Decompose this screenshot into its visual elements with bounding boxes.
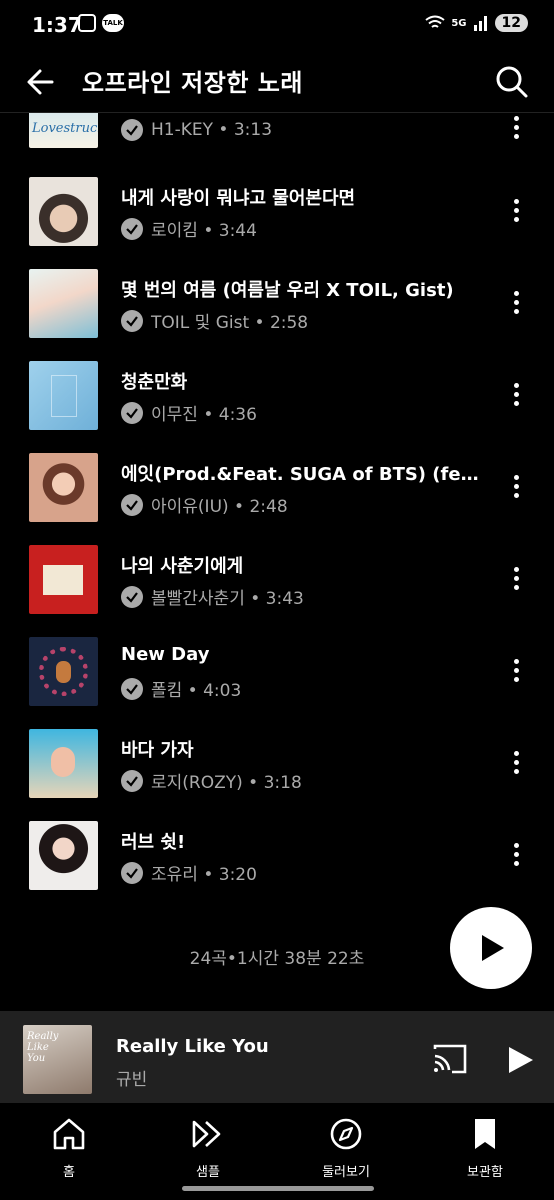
cast-icon bbox=[433, 1044, 467, 1074]
song-title: New Day bbox=[121, 644, 210, 665]
song-row[interactable]: 청춘만화 이무진 • 4:36 bbox=[0, 352, 554, 444]
now-playing-artist: 규빈 bbox=[116, 1070, 148, 1090]
search-button[interactable] bbox=[492, 62, 532, 102]
nav-item-samples[interactable]: 샘플 bbox=[163, 1117, 253, 1180]
album-art bbox=[29, 821, 98, 890]
song-meta: 조유리 • 3:20 bbox=[151, 865, 257, 885]
network-label: 5G bbox=[451, 17, 467, 29]
song-meta: 이무진 • 4:36 bbox=[151, 405, 257, 425]
wifi-icon bbox=[425, 15, 445, 28]
album-art bbox=[29, 269, 98, 338]
downloaded-check-icon bbox=[121, 493, 143, 516]
song-title: 러브 쉿! bbox=[121, 832, 186, 853]
more-options-button[interactable] bbox=[504, 192, 528, 228]
explore-icon bbox=[330, 1118, 362, 1150]
mini-player[interactable]: Really Like You Really Like You 규빈 bbox=[0, 1011, 554, 1103]
song-meta: 로지(ROZY) • 3:18 bbox=[151, 773, 302, 793]
downloaded-check-icon bbox=[121, 217, 143, 240]
song-title: 내게 사랑이 뭐냐고 물어본다면 bbox=[121, 188, 356, 209]
more-options-button[interactable] bbox=[504, 113, 528, 145]
album-art: Really Like You bbox=[23, 1025, 92, 1094]
downloaded-check-icon bbox=[121, 677, 143, 700]
more-options-button[interactable] bbox=[504, 284, 528, 320]
song-title: 청춘만화 bbox=[121, 372, 188, 393]
screenshot-icon bbox=[78, 14, 96, 32]
song-meta: 로이킴 • 3:44 bbox=[151, 221, 257, 241]
song-row[interactable]: 나의 사춘기에게 볼빨간사춘기 • 3:43 bbox=[0, 536, 554, 628]
downloaded-check-icon bbox=[121, 769, 143, 792]
status-time: 1:37 bbox=[32, 13, 82, 37]
more-options-button[interactable] bbox=[504, 652, 528, 688]
downloaded-check-icon bbox=[121, 861, 143, 884]
song-row[interactable]: 러브 쉿! 조유리 • 3:20 bbox=[0, 812, 554, 904]
search-icon bbox=[496, 66, 528, 98]
cast-button[interactable] bbox=[432, 1043, 468, 1075]
more-options-button[interactable] bbox=[504, 376, 528, 412]
song-meta: 아이유(IU) • 2:48 bbox=[151, 497, 288, 517]
song-title: 나의 사춘기에게 bbox=[121, 556, 244, 577]
mini-play-button[interactable] bbox=[504, 1044, 536, 1076]
kakaotalk-icon: TALK bbox=[102, 14, 124, 32]
song-meta: TOIL 및 Gist • 2:58 bbox=[151, 313, 309, 333]
song-row[interactable]: 바다 가자 로지(ROZY) • 3:18 bbox=[0, 720, 554, 812]
album-art bbox=[29, 453, 98, 522]
back-button[interactable] bbox=[22, 62, 62, 102]
downloaded-check-icon bbox=[121, 309, 143, 332]
more-options-button[interactable] bbox=[504, 468, 528, 504]
song-meta: 폴킴 • 4:03 bbox=[151, 681, 242, 701]
song-title: 바다 가자 bbox=[121, 740, 194, 761]
song-row[interactable]: New Day 폴킴 • 4:03 bbox=[0, 628, 554, 720]
status-bar: 1:37 TALK 5G 12 bbox=[0, 0, 554, 52]
song-title: 에잇(Prod.&Feat. SUGA of BTS) (feat. SUGA) bbox=[121, 464, 486, 485]
samples-icon bbox=[192, 1120, 221, 1148]
page-title: 오프라인 저장한 노래 bbox=[82, 69, 303, 97]
play-icon bbox=[509, 1047, 533, 1073]
album-art bbox=[29, 177, 98, 246]
song-list: Lovestruck H1-KEY • 3:13 내게 사랑이 뭐냐고 물어본다… bbox=[0, 113, 554, 973]
song-row[interactable]: 몇 번의 여름 (여름날 우리 X TOIL, Gist) TOIL 및 Gis… bbox=[0, 260, 554, 352]
play-icon bbox=[482, 935, 504, 961]
album-art bbox=[29, 545, 98, 614]
downloaded-check-icon bbox=[121, 119, 143, 141]
song-title: 몇 번의 여름 (여름날 우리 X TOIL, Gist) bbox=[121, 280, 454, 301]
now-playing-title: Really Like You bbox=[116, 1036, 269, 1057]
song-row-hikey[interactable]: Lovestruck H1-KEY • 3:13 bbox=[0, 113, 554, 159]
nav-item-library[interactable]: 보관함 bbox=[440, 1117, 530, 1180]
battery-indicator: 12 bbox=[494, 14, 528, 32]
song-meta: 볼빨간사춘기 • 3:43 bbox=[151, 589, 304, 609]
more-options-button[interactable] bbox=[504, 836, 528, 872]
album-art bbox=[29, 729, 98, 798]
album-art bbox=[29, 637, 98, 706]
album-art: Lovestruck bbox=[29, 113, 98, 148]
library-icon bbox=[475, 1119, 495, 1149]
song-row[interactable]: 내게 사랑이 뭐냐고 물어본다면 로이킴 • 3:44 bbox=[0, 168, 554, 260]
more-options-button[interactable] bbox=[504, 744, 528, 780]
arrow-back-icon bbox=[27, 69, 54, 95]
song-row[interactable]: 에잇(Prod.&Feat. SUGA of BTS) (feat. SUGA)… bbox=[0, 444, 554, 536]
home-indicator bbox=[182, 1186, 374, 1191]
downloaded-check-icon bbox=[121, 585, 143, 608]
nav-item-home[interactable]: 홈 bbox=[24, 1117, 114, 1180]
play-all-button[interactable] bbox=[450, 907, 532, 989]
home-icon bbox=[53, 1118, 85, 1150]
downloaded-check-icon bbox=[121, 401, 143, 424]
more-options-button[interactable] bbox=[504, 560, 528, 596]
top-app-bar: 오프라인 저장한 노래 bbox=[0, 52, 554, 112]
nav-item-explore[interactable]: 둘러보기 bbox=[301, 1117, 391, 1180]
album-art bbox=[29, 361, 98, 430]
song-meta: H1-KEY • 3:13 bbox=[151, 120, 273, 140]
signal-icon bbox=[473, 16, 487, 31]
